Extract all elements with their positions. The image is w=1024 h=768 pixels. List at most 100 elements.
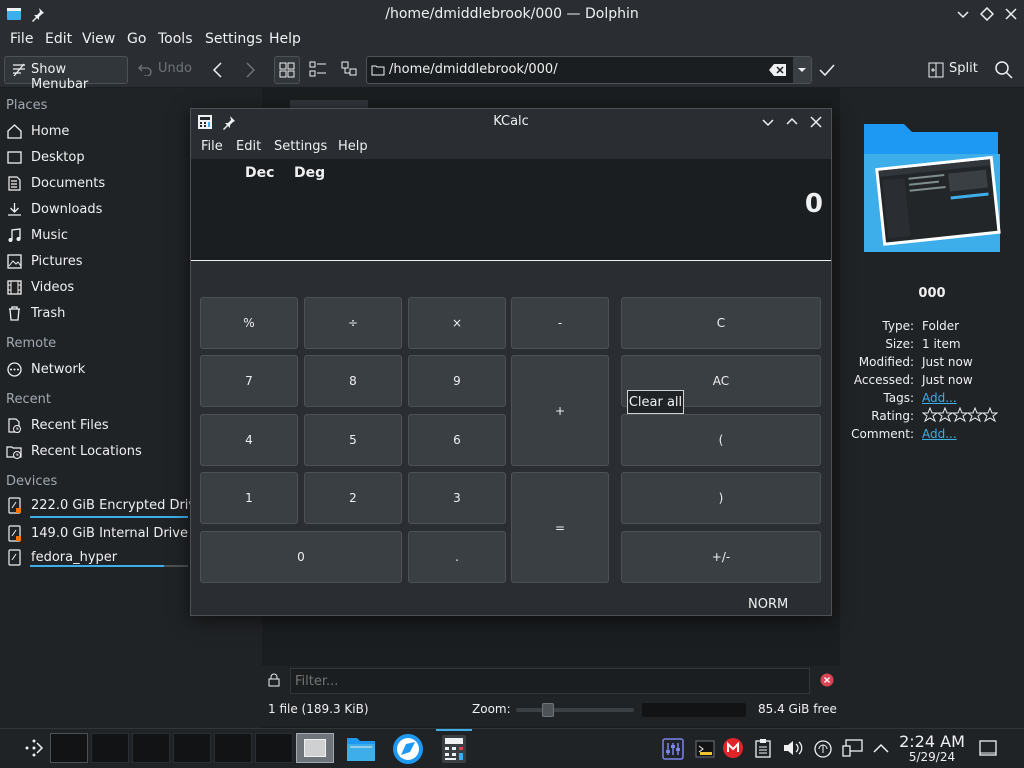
updates-shield-icon[interactable] bbox=[812, 738, 834, 760]
show-hidden-icons-icon[interactable] bbox=[872, 741, 890, 755]
two-button[interactable]: 2 bbox=[304, 472, 402, 524]
virtual-desktop-1[interactable] bbox=[50, 733, 88, 763]
zero-button[interactable]: 0 bbox=[200, 531, 402, 583]
confirm-location-icon[interactable] bbox=[818, 61, 836, 79]
network-wired-icon[interactable] bbox=[842, 738, 864, 758]
free-space-label[interactable]: 85.4 GiB free bbox=[758, 702, 837, 716]
kcalc-menu-settings[interactable]: Settings bbox=[274, 139, 327, 154]
filter-input[interactable] bbox=[290, 668, 810, 694]
clipboard-icon[interactable] bbox=[754, 738, 772, 758]
compact-view-icon[interactable] bbox=[308, 60, 328, 80]
lock-icon[interactable] bbox=[268, 673, 280, 687]
sign-button[interactable]: +/- bbox=[621, 531, 821, 583]
minimize-icon[interactable] bbox=[761, 115, 775, 129]
kcalc-task-icon[interactable] bbox=[436, 729, 472, 764]
place-home[interactable]: Home bbox=[6, 119, 69, 143]
menu-view[interactable]: View bbox=[82, 31, 115, 47]
volume-icon[interactable] bbox=[782, 738, 804, 758]
kcalc-menu-file[interactable]: File bbox=[201, 139, 223, 154]
virtual-desktop-6[interactable] bbox=[255, 733, 293, 763]
show-desktop-icon[interactable] bbox=[978, 739, 998, 757]
virtual-desktop-5[interactable] bbox=[214, 733, 252, 763]
place-label: Recent Locations bbox=[31, 443, 142, 459]
menu-tools[interactable]: Tools bbox=[158, 31, 193, 47]
close-paren-button[interactable]: ) bbox=[621, 472, 821, 524]
device-internal-drive[interactable]: 149.0 GiB Internal Drive (sd bbox=[6, 521, 192, 545]
mega-sync-icon[interactable] bbox=[722, 737, 744, 759]
details-view-icon[interactable] bbox=[340, 60, 360, 80]
decimal-button[interactable]: . bbox=[408, 531, 506, 583]
back-icon[interactable] bbox=[210, 61, 228, 79]
kcalc-menu-edit[interactable]: Edit bbox=[236, 139, 261, 154]
place-recent-locations[interactable]: Recent Locations bbox=[6, 439, 142, 463]
menu-edit[interactable]: Edit bbox=[45, 31, 72, 47]
application-launcher-icon[interactable] bbox=[24, 738, 44, 758]
menu-help[interactable]: Help bbox=[269, 31, 301, 47]
forward-icon[interactable] bbox=[240, 61, 258, 79]
clock-time[interactable]: 2:24 AM bbox=[898, 732, 966, 751]
info-value: Folder bbox=[922, 319, 960, 333]
zoom-slider[interactable] bbox=[516, 703, 634, 717]
virtual-desktop-4[interactable] bbox=[173, 733, 211, 763]
virtual-desktop-3[interactable] bbox=[132, 733, 170, 763]
virtual-desktop-2[interactable] bbox=[91, 733, 129, 763]
zoom-slider-handle[interactable] bbox=[542, 703, 554, 717]
split-button[interactable]: Split bbox=[922, 56, 982, 84]
browser-task-icon[interactable] bbox=[392, 733, 424, 765]
location-dropdown-button[interactable] bbox=[793, 57, 811, 83]
close-icon[interactable] bbox=[1004, 7, 1018, 21]
five-button[interactable]: 5 bbox=[304, 414, 402, 466]
kcalc-menu-help[interactable]: Help bbox=[338, 139, 368, 154]
place-trash[interactable]: Trash bbox=[6, 301, 65, 325]
plus-button[interactable]: + bbox=[511, 355, 609, 466]
add-comment-link[interactable]: Add... bbox=[922, 427, 957, 441]
multiply-button[interactable]: × bbox=[408, 297, 506, 349]
kcalc-window: KCalc File Edit Settings Help Dec Deg 0 … bbox=[190, 108, 832, 616]
device-encrypted-drive[interactable]: 222.0 GiB Encrypted Drive bbox=[6, 493, 192, 517]
clock-date[interactable]: 5/29/24 bbox=[898, 750, 966, 764]
dolphin-task-icon[interactable] bbox=[346, 735, 376, 763]
minimize-icon[interactable] bbox=[956, 7, 970, 21]
place-pictures[interactable]: Pictures bbox=[6, 249, 82, 273]
close-filter-icon[interactable] bbox=[820, 673, 834, 687]
rating-stars[interactable] bbox=[922, 407, 998, 423]
seven-button[interactable]: 7 bbox=[200, 355, 298, 407]
undo-button[interactable]: Undo bbox=[132, 56, 196, 84]
close-icon[interactable] bbox=[809, 115, 823, 129]
place-desktop[interactable]: Desktop bbox=[6, 145, 85, 169]
show-menubar-button[interactable]: Show Menubar bbox=[4, 56, 128, 92]
place-recent-files[interactable]: Recent Files bbox=[6, 413, 109, 437]
one-button[interactable]: 1 bbox=[200, 472, 298, 524]
place-downloads[interactable]: Downloads bbox=[6, 197, 102, 221]
location-bar[interactable]: /home/dmiddlebrook/000/ bbox=[366, 56, 812, 84]
eight-button[interactable]: 8 bbox=[304, 355, 402, 407]
open-paren-button[interactable]: ( bbox=[621, 414, 821, 466]
clear-button[interactable]: C bbox=[621, 297, 821, 349]
three-button[interactable]: 3 bbox=[408, 472, 506, 524]
percent-button[interactable]: % bbox=[200, 297, 298, 349]
maximize-icon[interactable] bbox=[785, 115, 799, 129]
place-videos[interactable]: Videos bbox=[6, 275, 74, 299]
search-icon[interactable] bbox=[994, 60, 1014, 80]
split-view-icon bbox=[928, 62, 944, 78]
terminal-icon[interactable] bbox=[694, 738, 716, 760]
minus-button[interactable]: - bbox=[511, 297, 609, 349]
place-network[interactable]: Network bbox=[6, 357, 85, 381]
menu-settings[interactable]: Settings bbox=[205, 31, 262, 47]
maximize-icon[interactable] bbox=[980, 7, 994, 21]
menu-go[interactable]: Go bbox=[127, 31, 146, 47]
four-button[interactable]: 4 bbox=[200, 414, 298, 466]
kcalc-display[interactable]: Dec Deg 0 bbox=[191, 159, 831, 261]
equals-button[interactable]: = bbox=[511, 472, 609, 583]
divide-button[interactable]: ÷ bbox=[304, 297, 402, 349]
place-documents[interactable]: Documents bbox=[6, 171, 105, 195]
virtual-desktop-7-active[interactable] bbox=[296, 733, 334, 763]
icons-view-button[interactable] bbox=[274, 56, 300, 84]
audio-mixer-icon[interactable] bbox=[662, 738, 684, 760]
place-music[interactable]: Music bbox=[6, 223, 68, 247]
six-button[interactable]: 6 bbox=[408, 414, 506, 466]
nine-button[interactable]: 9 bbox=[408, 355, 506, 407]
clear-location-icon[interactable] bbox=[769, 63, 787, 77]
menu-file[interactable]: File bbox=[10, 31, 33, 47]
add-tags-link[interactable]: Add... bbox=[922, 391, 957, 405]
